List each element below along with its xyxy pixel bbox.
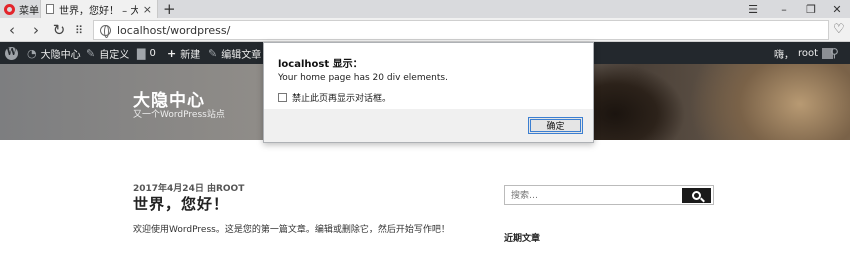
pencil-icon: ✎	[208, 46, 218, 60]
post-excerpt: 欢迎使用WordPress。这是您的第一篇文章。编辑或删除它，然后开始写作吧！	[133, 225, 450, 235]
admin-bar-customize[interactable]: ✎ 自定义	[86, 42, 129, 64]
back-arrow-icon[interactable]: ‹	[3, 21, 21, 39]
admin-bar-new[interactable]: + 新建	[167, 42, 200, 64]
ok-button[interactable]: 确定	[528, 117, 583, 134]
alert-dialog: localhost 显示： Your home page has 20 div …	[263, 42, 594, 143]
wordpress-logo-button[interactable]: W	[5, 42, 18, 64]
search-input[interactable]	[511, 188, 681, 203]
dialog-message: Your home page has 20 div elements.	[278, 73, 448, 83]
site-description: 又一个WordPress站点	[133, 110, 225, 120]
suppress-dialog-checkbox[interactable]: 禁止此页再显示对话框。	[278, 91, 391, 104]
reload-icon[interactable]: ↻	[50, 21, 68, 39]
search-button[interactable]	[682, 188, 711, 203]
wordpress-logo-icon: W	[5, 46, 18, 60]
brush-icon: ✎	[86, 46, 96, 60]
edit-post-label: 编辑文章	[221, 49, 262, 61]
new-tab-button[interactable]: +	[163, 1, 176, 17]
browser-toolbar: ‹ › ↻ ⠿ localhost/wordpress/ ♡	[0, 18, 850, 42]
dialog-title: localhost 显示：	[278, 59, 363, 70]
admin-bar-edit-post[interactable]: ✎ 编辑文章	[208, 42, 261, 64]
new-label: 新建	[180, 49, 201, 61]
close-window-icon[interactable]: ✕	[824, 0, 850, 18]
browser-tab[interactable]: 世界，您好！ – 大隐中心 ×	[40, 0, 158, 18]
browser-tab-strip: 菜单 世界，您好！ – 大隐中心 × + ☰ – ❐ ✕	[0, 0, 850, 18]
tab-title: 世界，您好！ – 大隐中心	[59, 5, 138, 17]
globe-icon	[100, 24, 111, 38]
username-label: root	[798, 47, 819, 59]
admin-bar-site-name[interactable]: ◔ 大隐中心	[27, 42, 81, 64]
post-title[interactable]: 世界，您好！	[133, 193, 229, 214]
admin-bar-comments[interactable]: ▇ 0	[137, 42, 156, 64]
checkbox-box[interactable]	[278, 93, 287, 102]
url-text: localhost/wordpress/	[117, 23, 231, 37]
search-form	[504, 185, 714, 205]
tab-close-icon[interactable]: ×	[143, 3, 152, 16]
bookmark-heart-icon[interactable]: ♡	[833, 22, 845, 37]
magnifier-icon	[692, 191, 701, 200]
comments-count: 0	[149, 47, 156, 59]
page-icon	[46, 4, 54, 14]
dashboard-icon: ◔	[27, 46, 37, 60]
forward-arrow-icon[interactable]: ›	[27, 21, 45, 39]
dialog-footer: 确定	[264, 109, 593, 142]
plus-icon: +	[167, 46, 177, 60]
customize-label: 自定义	[99, 49, 130, 61]
opera-logo-icon	[4, 3, 15, 15]
minimize-icon[interactable]: –	[771, 0, 797, 18]
address-bar[interactable]: localhost/wordpress/	[93, 20, 829, 40]
search-icon: ⚲	[830, 46, 839, 60]
admin-bar-search[interactable]: ⚲	[830, 42, 839, 64]
admin-bar-account[interactable]: 嗨， root	[774, 42, 834, 64]
opera-menu-label: 菜单	[19, 5, 39, 17]
tab-menu-icon[interactable]: ☰	[740, 0, 766, 18]
greeting-label: 嗨，	[774, 49, 794, 61]
comment-icon: ▇	[137, 46, 146, 60]
suppress-dialog-label: 禁止此页再显示对话框。	[292, 94, 392, 104]
speed-dial-icon[interactable]: ⠿	[70, 21, 88, 39]
recent-posts-heading: 近期文章	[504, 234, 541, 244]
site-name-label: 大隐中心	[40, 49, 81, 61]
opera-menu-button[interactable]: 菜单	[0, 0, 40, 18]
restore-icon[interactable]: ❐	[798, 0, 824, 18]
